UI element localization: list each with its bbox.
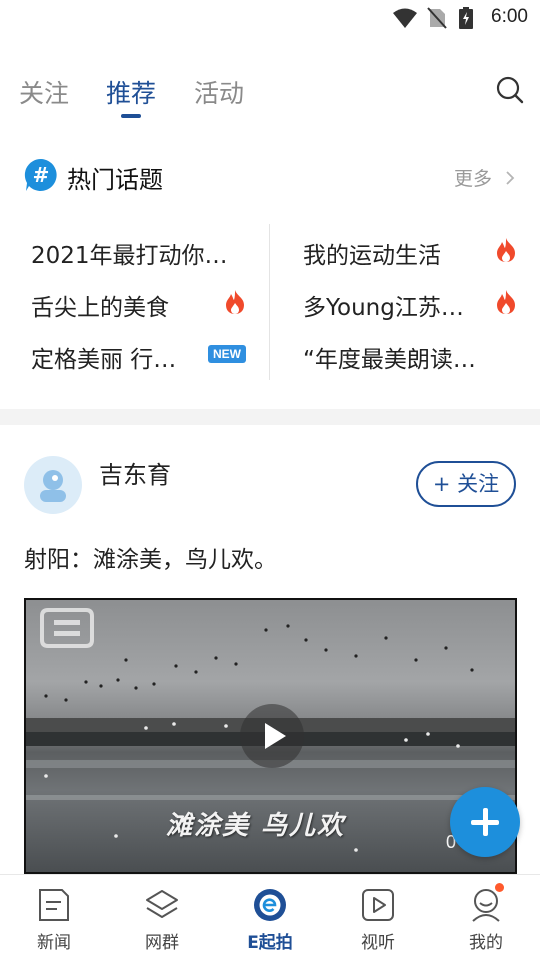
search-icon[interactable] (496, 76, 524, 104)
topic-item[interactable]: “年度最美朗读… (303, 340, 476, 374)
nav-item-me[interactable]: 我的 (432, 875, 540, 961)
top-tab-bar: 关注 推荐 活动 (0, 60, 540, 130)
video-caption: 滩涂美 鸟儿欢 (166, 811, 346, 841)
hashtag-icon: # (24, 158, 58, 192)
bottom-nav: 新闻 网群 E起拍 视听 我的 (0, 874, 540, 961)
topic-divider (269, 224, 270, 380)
nav-item-groups[interactable]: 网群 (108, 875, 216, 961)
tab-activity[interactable]: 活动 (194, 74, 244, 110)
topic-item[interactable]: 多Young江苏… (303, 288, 464, 322)
section-divider (0, 409, 540, 425)
topic-item[interactable]: 舌尖上的美食 (31, 288, 169, 322)
active-tab-indicator (121, 114, 141, 118)
fire-icon (224, 289, 246, 315)
channel-logo-icon (40, 606, 94, 650)
create-post-button[interactable] (450, 787, 520, 857)
avatar[interactable] (24, 456, 82, 514)
hot-topics-title: 热门话题 (67, 166, 163, 194)
e-shoot-icon (253, 887, 287, 923)
post-text: 射阳：滩涂美，鸟儿欢。 (24, 547, 277, 573)
nav-label: 视听 (361, 933, 395, 953)
tab-follow[interactable]: 关注 (19, 74, 69, 110)
chevron-right-icon (506, 171, 515, 185)
nav-label: 新闻 (37, 933, 71, 953)
notification-dot (495, 883, 504, 892)
play-button[interactable] (240, 704, 304, 768)
nav-item-media[interactable]: 视听 (324, 875, 432, 961)
no-sim-icon (427, 7, 447, 33)
more-topics-link[interactable]: 更多 (454, 164, 516, 191)
fire-icon (495, 289, 517, 315)
topic-item[interactable]: 我的运动生活 (303, 236, 441, 270)
nav-item-e-shoot[interactable]: E起拍 (216, 875, 324, 961)
hot-topics-header: # 热门话题 更多 (0, 150, 540, 206)
plus-icon (471, 808, 499, 836)
play-icon (265, 723, 286, 749)
status-bar: 6:00 (0, 0, 540, 36)
fire-icon (495, 237, 517, 263)
topic-item[interactable]: 2021年最打动你… (31, 236, 228, 270)
wifi-icon (392, 7, 418, 33)
play-box-icon (361, 887, 395, 923)
follow-button[interactable]: + 关注 (416, 461, 516, 507)
video-player[interactable]: 滩涂美 鸟儿欢 0 (24, 598, 517, 874)
nav-item-news[interactable]: 新闻 (0, 875, 108, 961)
nav-label: 网群 (145, 933, 179, 953)
layers-icon (145, 887, 179, 923)
battery-charging-icon (459, 7, 473, 33)
news-icon (37, 887, 71, 923)
svg-text:#: # (33, 163, 50, 187)
profile-icon (469, 887, 503, 923)
more-label: 更多 (453, 168, 492, 190)
nav-label: E起拍 (247, 933, 293, 953)
hot-topics-list: 2021年最打动你… 舌尖上的美食 定格美丽 行… NEW 我的运动生活 多Yo… (0, 220, 540, 385)
topic-item[interactable]: 定格美丽 行… (31, 340, 176, 374)
author-name[interactable]: 吉东育 (99, 455, 171, 490)
nav-label: 我的 (469, 933, 503, 953)
tab-recommend[interactable]: 推荐 (106, 74, 156, 110)
status-time: 6:00 (491, 6, 528, 27)
new-badge: NEW (208, 345, 246, 363)
